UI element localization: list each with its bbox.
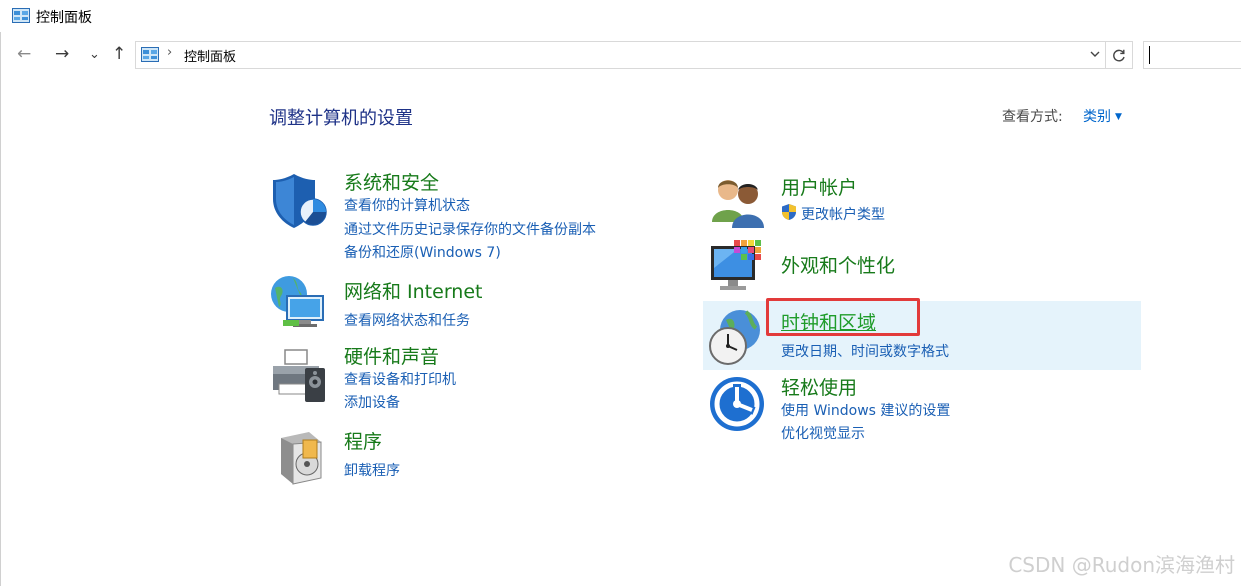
dropdown-arrow-icon: ▼	[1115, 112, 1122, 122]
breadcrumb-control-panel[interactable]: 控制面板	[184, 46, 236, 65]
category-ease-of-access[interactable]: 轻松使用	[781, 373, 857, 400]
text-cursor	[1149, 46, 1150, 64]
breadcrumb-separator-icon[interactable]: ›	[167, 45, 172, 60]
control-panel-icon	[12, 8, 30, 23]
clock-globe-icon[interactable]	[706, 308, 764, 366]
category-appearance-personalization[interactable]: 外观和个性化	[781, 251, 895, 278]
appearance-monitor-icon[interactable]	[708, 238, 766, 296]
page-title: 调整计算机的设置	[269, 108, 413, 129]
uac-shield-icon	[782, 204, 796, 220]
link-change-date-time-format[interactable]: 更改日期、时间或数字格式	[781, 341, 949, 361]
ease-of-access-icon[interactable]	[708, 375, 766, 433]
link-add-device[interactable]: 添加设备	[344, 392, 400, 412]
link-uninstall-program[interactable]: 卸载程序	[344, 460, 400, 480]
address-dropdown-icon[interactable]	[1089, 46, 1101, 62]
printer-icon[interactable]	[269, 346, 327, 404]
address-bar-row: ← → ⌄ ↑ › 控制面板	[0, 36, 1241, 72]
link-devices-printers[interactable]: 查看设备和打印机	[344, 369, 456, 389]
link-network-status[interactable]: 查看网络状态和任务	[344, 310, 470, 330]
window-left-border	[0, 0, 1, 586]
link-view-computer-status[interactable]: 查看你的计算机状态	[344, 195, 470, 215]
link-change-account-type[interactable]: 更改帐户类型	[801, 204, 885, 224]
category-network-internet[interactable]: 网络和 Internet	[344, 277, 482, 304]
link-recommended-settings[interactable]: 使用 Windows 建议的设置	[781, 400, 950, 420]
category-system-security[interactable]: 系统和安全	[344, 168, 439, 195]
title-bar: 控制面板	[0, 0, 1241, 32]
link-backup-restore[interactable]: 备份和还原(Windows 7)	[344, 242, 501, 262]
forward-arrow-icon[interactable]: →	[55, 44, 69, 64]
recent-locations-chevron-icon[interactable]: ⌄	[89, 45, 100, 65]
back-arrow-icon[interactable]: ←	[17, 44, 31, 64]
view-by-label: 查看方式:	[1002, 109, 1063, 125]
window-title: 控制面板	[36, 10, 92, 26]
control-panel-icon	[141, 47, 159, 62]
programs-box-icon[interactable]	[269, 428, 327, 486]
category-hardware-sound[interactable]: 硬件和声音	[344, 342, 439, 369]
shield-icon[interactable]	[269, 171, 327, 229]
users-icon[interactable]	[708, 174, 766, 232]
category-programs[interactable]: 程序	[344, 427, 382, 454]
link-file-history-backup[interactable]: 通过文件历史记录保存你的文件备份副本	[344, 219, 596, 239]
category-user-accounts[interactable]: 用户帐户	[781, 173, 857, 200]
view-by-dropdown[interactable]: 类别 ▼	[1083, 106, 1122, 126]
refresh-icon	[1113, 49, 1125, 62]
watermark: CSDN @Rudon滨海渔村	[1008, 553, 1235, 577]
search-input[interactable]	[1143, 41, 1241, 69]
link-optimize-visual-display[interactable]: 优化视觉显示	[781, 423, 865, 443]
up-arrow-icon[interactable]: ↑	[112, 44, 126, 64]
network-globe-icon[interactable]	[269, 274, 327, 332]
category-clock-region[interactable]: 时钟和区域	[781, 308, 876, 335]
refresh-button[interactable]	[1105, 41, 1133, 69]
view-by-value: 类别	[1083, 109, 1111, 125]
address-field[interactable]: › 控制面板	[135, 41, 1106, 69]
